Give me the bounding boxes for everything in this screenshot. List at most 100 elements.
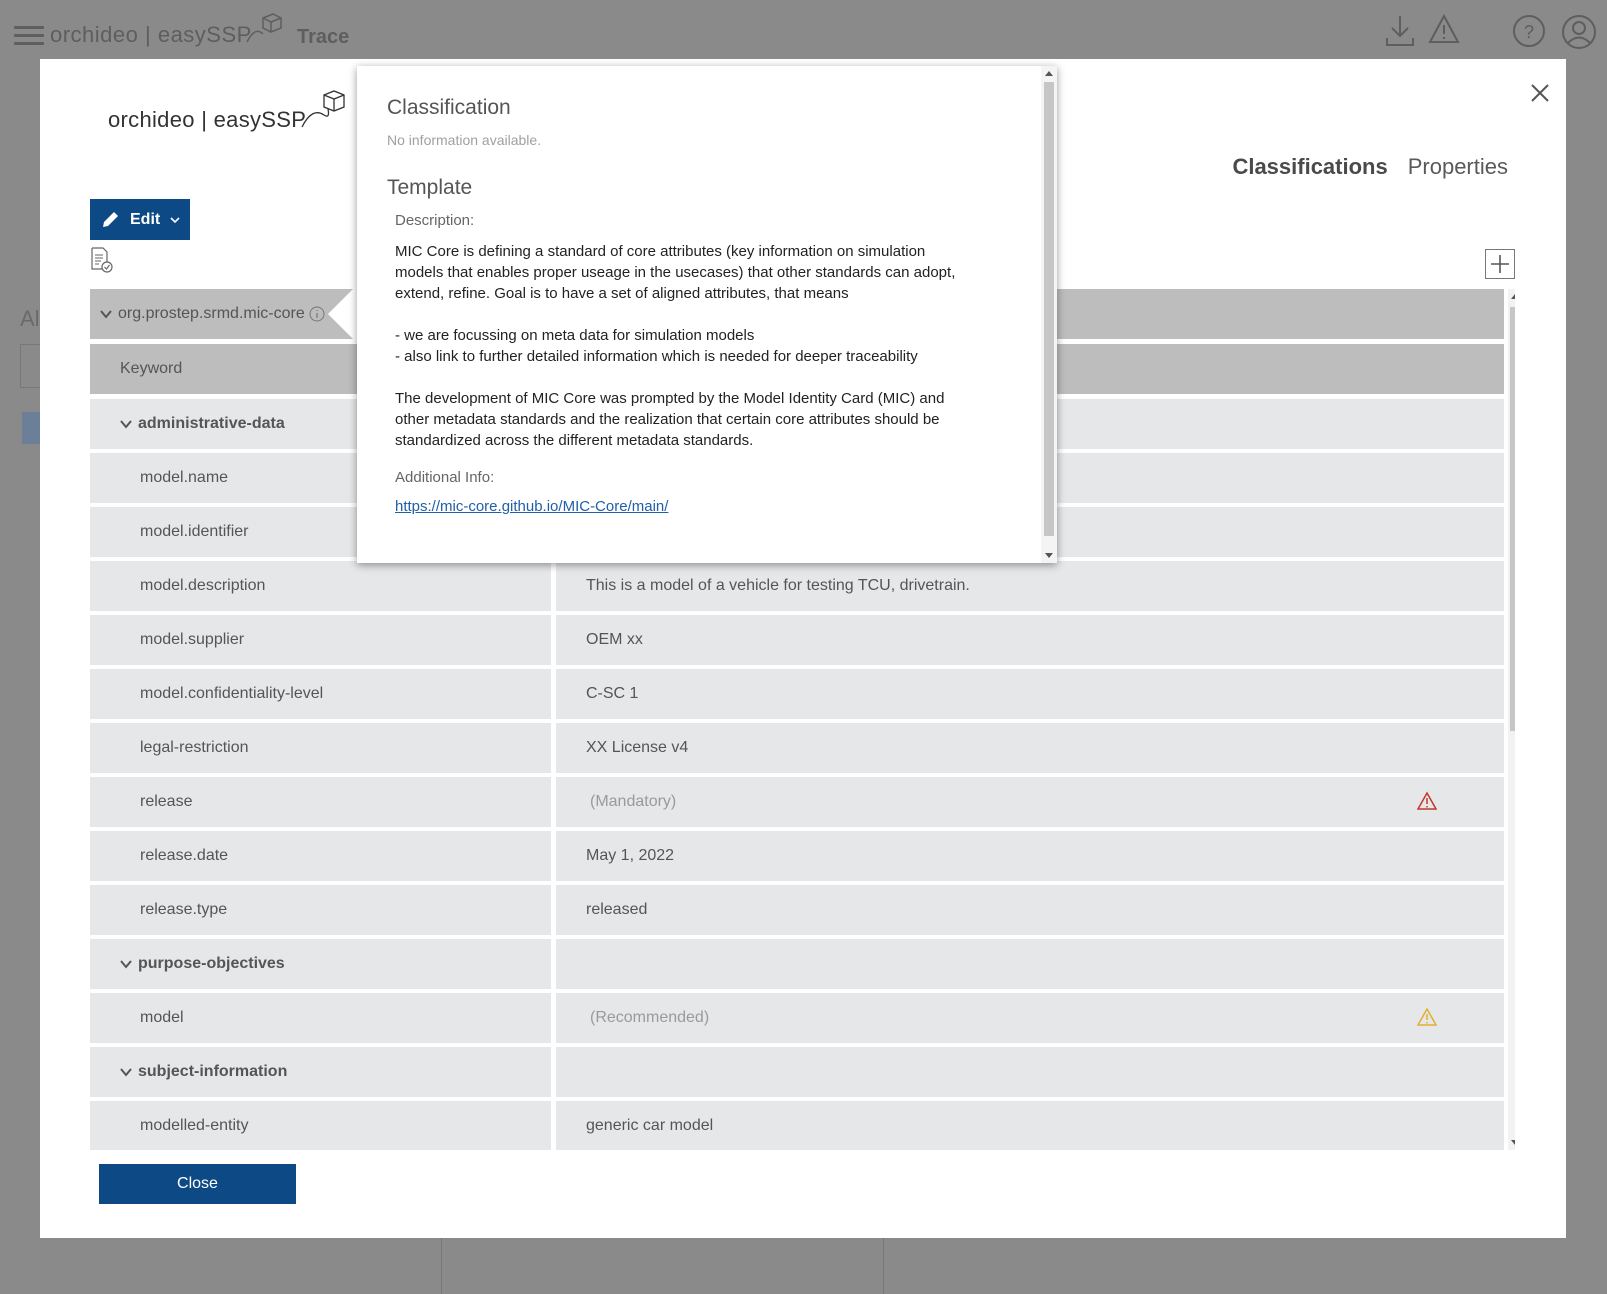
description-line: models that enables proper useage in the…: [395, 264, 956, 281]
keyword-header-label: Keyword: [120, 360, 183, 377]
keyword-label: release.type: [140, 901, 228, 918]
keyword-cell: purpose-objectives: [90, 939, 551, 989]
group-row[interactable]: purpose-objectives: [90, 939, 1504, 989]
keyword-cell: modelled-entity: [90, 1101, 551, 1150]
keyword-cell: model.description: [90, 561, 551, 611]
keyword-label: legal-restriction: [140, 739, 249, 756]
classification-info-popover: Classification No information available.…: [357, 66, 1057, 563]
close-icon[interactable]: [1526, 79, 1554, 107]
close-button[interactable]: Close: [99, 1164, 296, 1204]
table-row[interactable]: model (Recommended): [90, 993, 1504, 1043]
scroll-up-icon[interactable]: [1511, 294, 1515, 299]
document-check-icon[interactable]: [90, 247, 114, 273]
additional-info-label: Additional Info:: [395, 469, 495, 486]
description-line: extend, refine. Goal is to have a set of…: [395, 285, 849, 302]
edit-button[interactable]: Edit: [90, 199, 190, 240]
background-search-field: [20, 344, 40, 388]
table-row[interactable]: release (Mandatory): [90, 777, 1504, 827]
keyword-cell: model.confidentiality-level: [90, 669, 551, 719]
background-divider: [883, 1238, 884, 1294]
download-icon[interactable]: [1384, 14, 1416, 48]
table-scrollbar[interactable]: [1508, 289, 1515, 1150]
chevron-down-icon: [170, 216, 180, 223]
info-icon[interactable]: [309, 306, 325, 322]
plus-icon: [1491, 255, 1509, 273]
classification-name: org.prostep.srmd.mic-core: [118, 305, 305, 322]
group-label: subject-information: [138, 1063, 288, 1080]
user-icon[interactable]: [1561, 14, 1597, 50]
value-cell[interactable]: generic car model: [556, 1101, 1504, 1150]
tab-properties[interactable]: Properties: [1408, 154, 1508, 180]
modal-tabs: Classifications Properties: [1232, 154, 1508, 180]
chevron-down-icon[interactable]: [120, 418, 132, 430]
value-cell[interactable]: (Recommended): [556, 993, 1504, 1043]
scroll-down-icon[interactable]: [1045, 553, 1053, 558]
table-row[interactable]: release.type released: [90, 885, 1504, 935]
modal-logo-text: orchideo | easySSP: [108, 107, 307, 132]
keyword-cell: release: [90, 777, 551, 827]
description-line: - we are focussing on meta data for simu…: [395, 327, 755, 344]
scroll-down-icon[interactable]: [1511, 1140, 1515, 1145]
value-cell[interactable]: OEM xx: [556, 615, 1504, 665]
help-icon[interactable]: ?: [1512, 14, 1546, 48]
warning-icon: [1417, 1007, 1437, 1026]
warning-icon[interactable]: [1428, 14, 1460, 44]
menu-icon[interactable]: [14, 26, 44, 46]
table-row[interactable]: release.date May 1, 2022: [90, 831, 1504, 881]
value-cell[interactable]: C-SC 1: [556, 669, 1504, 719]
template-heading: Template: [387, 176, 473, 199]
scroll-up-icon[interactable]: [1045, 71, 1053, 76]
keyword-cell: model: [90, 993, 551, 1043]
template-description: MIC Core is defining a standard of core …: [395, 241, 987, 451]
chevron-down-icon[interactable]: [100, 308, 112, 320]
table-row[interactable]: model.description This is a model of a ve…: [90, 561, 1504, 611]
value-cell[interactable]: May 1, 2022: [556, 831, 1504, 881]
svg-text:?: ?: [1524, 22, 1534, 42]
table-row[interactable]: modelled-entity generic car model: [90, 1101, 1504, 1150]
popover-scrollbar[interactable]: [1041, 66, 1057, 563]
value-text: generic car model: [586, 1117, 714, 1134]
keyword-label: model: [140, 1009, 184, 1026]
description-line: MIC Core is defining a standard of core …: [395, 243, 926, 260]
value-cell[interactable]: (Mandatory): [556, 777, 1504, 827]
add-classification-button[interactable]: [1485, 249, 1515, 279]
value-text: C-SC 1: [586, 685, 639, 702]
group-row[interactable]: subject-information: [90, 1047, 1504, 1097]
popover-arrow: [328, 284, 358, 344]
table-row[interactable]: legal-restriction XX License v4: [90, 723, 1504, 773]
logo-cube-icon: [246, 13, 282, 43]
popover-scrollbar-thumb[interactable]: [1044, 82, 1054, 536]
value-cell[interactable]: This is a model of a vehicle for testing…: [556, 561, 1504, 611]
value-cell[interactable]: XX License v4: [556, 723, 1504, 773]
keyword-label: model.description: [140, 577, 266, 594]
keyword-label: model.confidentiality-level: [140, 685, 324, 702]
value-cell[interactable]: released: [556, 885, 1504, 935]
table-scrollbar-thumb[interactable]: [1510, 307, 1515, 731]
chevron-down-icon[interactable]: [120, 1066, 132, 1078]
background-sidebar-title: Al: [20, 306, 40, 331]
keyword-label: model.identifier: [140, 523, 249, 540]
value-placeholder: (Recommended): [590, 1009, 710, 1026]
chevron-down-icon[interactable]: [120, 958, 132, 970]
value-text: OEM xx: [586, 631, 643, 648]
value-text: May 1, 2022: [586, 847, 675, 864]
keyword-label: model.name: [140, 469, 229, 486]
description-line: standardized across the different metada…: [395, 432, 754, 449]
keyword-label: release: [140, 793, 193, 810]
tab-classifications[interactable]: Classifications: [1232, 154, 1387, 180]
description-line: [395, 304, 987, 325]
additional-info-link[interactable]: https://mic-core.github.io/MIC-Core/main…: [395, 498, 987, 515]
keyword-label: modelled-entity: [140, 1117, 249, 1134]
section-title: Trace: [297, 26, 350, 48]
classification-heading: Classification: [387, 96, 511, 119]
no-info-text: No information available.: [387, 132, 542, 148]
error-icon: [1417, 791, 1437, 810]
keyword-cell: legal-restriction: [90, 723, 551, 773]
description-line: - also link to further detailed informat…: [395, 348, 918, 365]
table-row[interactable]: model.confidentiality-level C-SC 1: [90, 669, 1504, 719]
keyword-cell: subject-information: [90, 1047, 551, 1097]
keyword-cell: release.date: [90, 831, 551, 881]
value-cell: [556, 939, 1504, 989]
background-divider: [441, 1238, 442, 1294]
table-row[interactable]: model.supplier OEM xx: [90, 615, 1504, 665]
